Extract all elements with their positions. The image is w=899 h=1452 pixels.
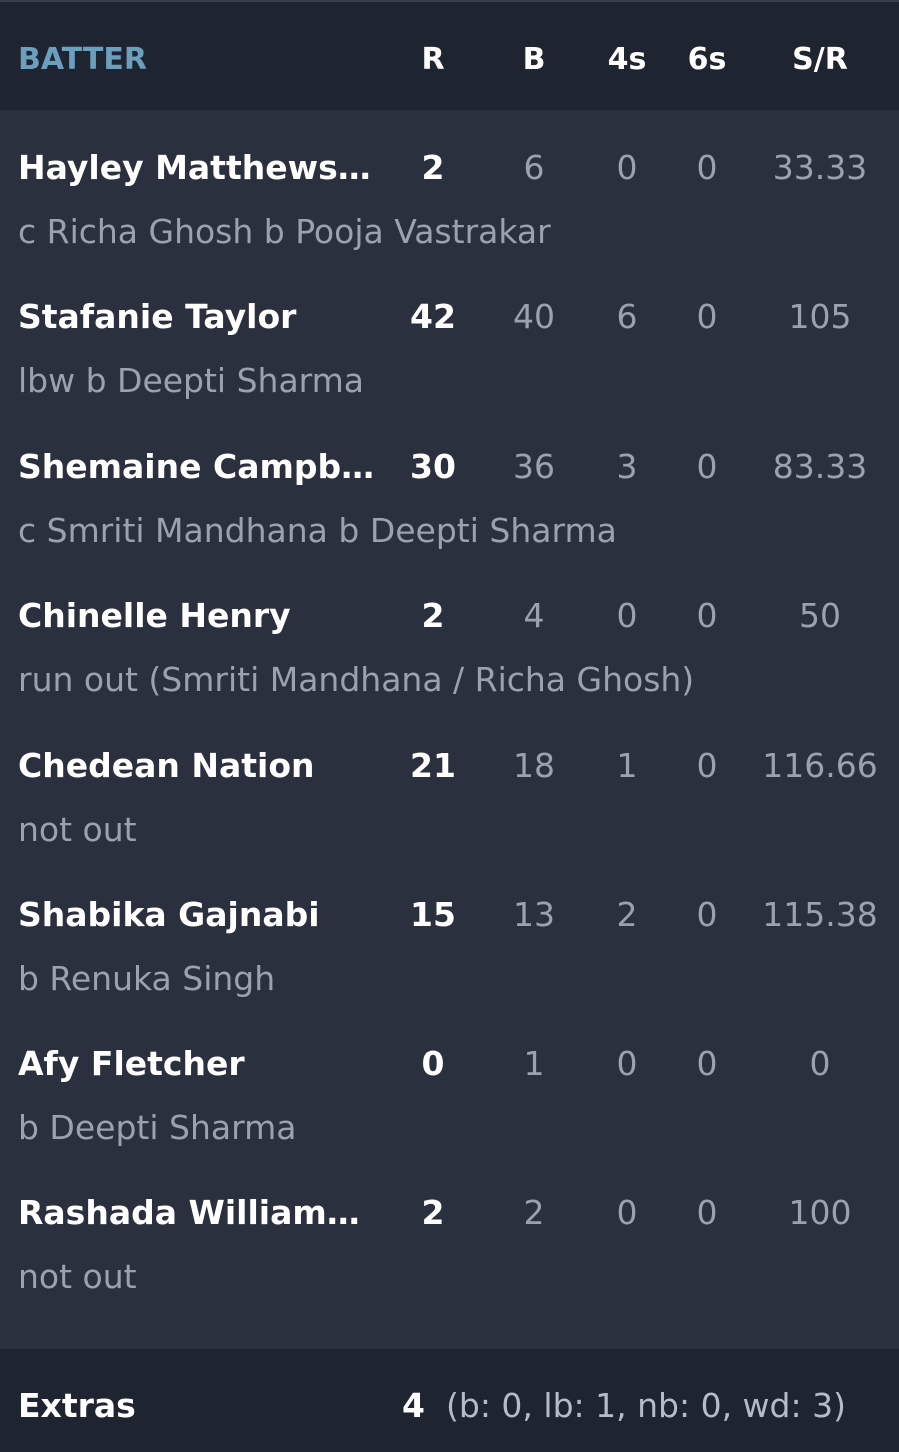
batter-dismissal: run out (Smriti Mandhana / Richa Ghosh) <box>18 660 695 699</box>
batter-row[interactable]: Chinelle Henry 2 4 0 0 50 run out (Smrit… <box>0 563 899 712</box>
batter-sixes: 0 <box>696 596 718 635</box>
header-sixes: 6s <box>687 42 727 77</box>
batter-strike-rate: 116.66 <box>762 746 878 785</box>
batter-row[interactable]: Stafanie Taylor 42 40 6 0 105 lbw b Deep… <box>0 264 899 413</box>
batter-strike-rate: 83.33 <box>772 447 868 486</box>
batter-strike-rate: 50 <box>799 596 841 635</box>
batter-dismissal: not out <box>18 810 137 849</box>
extras-label: Extras <box>18 1386 136 1425</box>
batter-row[interactable]: Shemaine Campbelle 30 36 3 0 83.33 c Smr… <box>0 414 899 563</box>
extras-row: Extras 4 (b: 0, lb: 1, nb: 0, wd: 3) <box>0 1349 899 1452</box>
batter-sixes: 0 <box>696 148 718 187</box>
extras-total: 4 <box>402 1386 425 1425</box>
header-strike-rate: S/R <box>792 42 848 77</box>
batter-dismissal: c Richa Ghosh b Pooja Vastrakar <box>18 212 551 251</box>
batter-sixes: 0 <box>696 746 718 785</box>
batter-row[interactable]: Shabika Gajnabi 15 13 2 0 115.38 b Renuk… <box>0 862 899 1011</box>
batter-sixes: 0 <box>696 895 718 934</box>
batter-name[interactable]: Shabika Gajnabi <box>18 894 378 936</box>
batter-strike-rate: 105 <box>788 297 852 336</box>
batter-name[interactable]: Shemaine Campbelle <box>18 446 378 488</box>
batter-row[interactable]: Rashada Williams (… 2 2 0 0 100 not out <box>0 1160 899 1309</box>
batter-row[interactable]: Hayley Matthews ( c ) 2 6 0 0 33.33 c Ri… <box>0 115 899 264</box>
batter-name[interactable]: Chinelle Henry <box>18 595 378 637</box>
batter-name[interactable]: Hayley Matthews ( c ) <box>18 147 378 189</box>
scorecard-header: BATTER R B 4s 6s S/R <box>0 2 899 110</box>
batter-sixes: 0 <box>696 447 718 486</box>
batter-strike-rate: 115.38 <box>762 895 878 934</box>
batter-dismissal: lbw b Deepti Sharma <box>18 361 365 400</box>
batter-name[interactable]: Stafanie Taylor <box>18 296 378 338</box>
batter-row[interactable]: Chedean Nation 21 18 1 0 116.66 not out <box>0 713 899 862</box>
batter-strike-rate: 33.33 <box>772 148 868 187</box>
extras-breakdown: (b: 0, lb: 1, nb: 0, wd: 3) <box>446 1386 846 1425</box>
batter-strike-rate: 100 <box>788 1193 852 1232</box>
batter-dismissal: b Deepti Sharma <box>18 1108 297 1147</box>
batter-name[interactable]: Chedean Nation <box>18 745 378 787</box>
header-batter: BATTER <box>18 42 147 77</box>
batter-strike-rate: 0 <box>809 1044 831 1083</box>
batter-name[interactable]: Afy Fletcher <box>18 1043 378 1085</box>
batter-dismissal: c Smriti Mandhana b Deepti Sharma <box>18 511 617 550</box>
batter-dismissal: b Renuka Singh <box>18 959 276 998</box>
batter-name[interactable]: Rashada Williams (… <box>18 1192 378 1234</box>
batter-sixes: 0 <box>696 1044 718 1083</box>
batter-row[interactable]: Afy Fletcher 0 1 0 0 0 b Deepti Sharma <box>0 1011 899 1160</box>
batter-sixes: 0 <box>696 1193 718 1232</box>
batter-sixes: 0 <box>696 297 718 336</box>
batter-dismissal: not out <box>18 1257 137 1296</box>
